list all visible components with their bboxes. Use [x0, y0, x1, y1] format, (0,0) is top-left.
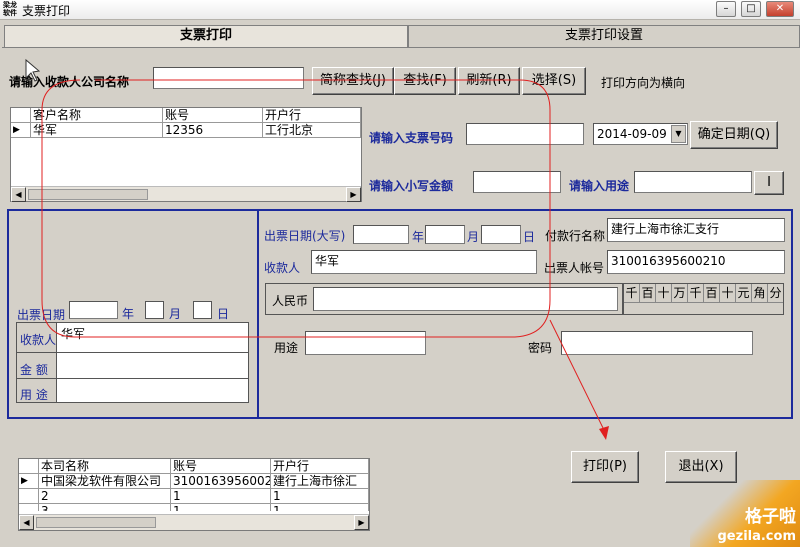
- annotation-overlay: [25, 58, 609, 440]
- watermark-brand: 格子啦: [745, 507, 796, 527]
- watermark-url: gezila.com: [717, 529, 797, 544]
